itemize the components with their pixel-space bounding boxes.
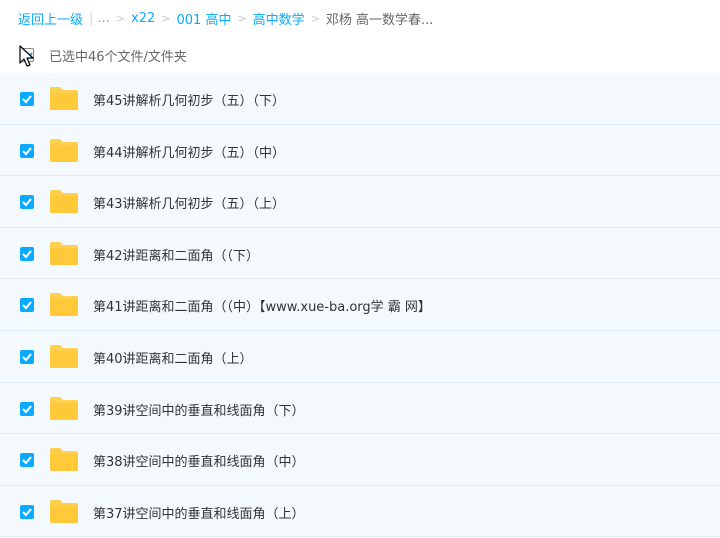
file-list: 第45讲解析几何初步（五）（下） 第44讲解析几何初步（五）（中） 第43讲解析…: [0, 73, 720, 538]
row-checkbox[interactable]: [20, 453, 34, 468]
selection-bar: 已选中46个文件/文件夹: [0, 40, 720, 70]
row-checkbox[interactable]: [20, 143, 34, 158]
checkbox-checked-icon: [22, 353, 32, 362]
list-item[interactable]: 第41讲距离和二面角（（中）【www.xue-ba.org学 霸 网】: [0, 279, 720, 331]
checkbox-checked-icon: [22, 198, 32, 207]
list-item[interactable]: 第43讲解析几何初步（五）（上）: [0, 176, 720, 228]
breadcrumb: 返回上一级 | ... > x22 > 001 高中 > 高中数学 > 邓杨 高…: [18, 9, 434, 28]
file-name[interactable]: 第43讲解析几何初步（五）（上）: [93, 193, 285, 212]
checkbox-checked-icon: [22, 404, 32, 414]
list-item[interactable]: 第42讲距离和二面角（（下）: [0, 227, 720, 280]
chevron-right-icon: >: [161, 11, 171, 25]
folder-icon: [50, 448, 78, 472]
folder-icon: [50, 396, 78, 420]
list-item[interactable]: 第40讲距离和二面角（上）: [0, 330, 720, 383]
mouse-cursor-icon: [19, 45, 34, 67]
checkbox-checked-icon: [22, 95, 32, 104]
folder-icon: [50, 344, 78, 368]
list-item[interactable]: 第37讲空间中的垂直和线面角（上）: [0, 485, 720, 538]
row-checkbox[interactable]: [20, 195, 34, 210]
checkbox-checked-icon: [22, 146, 32, 156]
folder-icon: [50, 293, 78, 317]
chevron-right-icon: >: [310, 11, 320, 25]
file-name[interactable]: 第42讲距离和二面角（（下）: [93, 245, 259, 264]
breadcrumb-ellipsis[interactable]: ...: [97, 11, 109, 26]
checkbox-checked-icon: [22, 250, 32, 259]
checkbox-checked-icon: [22, 301, 32, 310]
file-name[interactable]: 第41讲距离和二面角（（中）【www.xue-ba.org学 霸 网】: [93, 296, 431, 315]
row-checkbox[interactable]: [20, 246, 34, 261]
selection-count: 已选中46个文件/文件夹: [49, 50, 187, 65]
list-item[interactable]: 第38讲空间中的垂直和线面角（中）: [0, 434, 720, 486]
list-item[interactable]: 第45讲解析几何初步（五）（下）: [0, 73, 720, 125]
folder-icon: [50, 241, 78, 265]
folder-icon: [50, 87, 78, 110]
checkbox-checked-icon: [22, 508, 32, 517]
file-name[interactable]: 第37讲空间中的垂直和线面角（上）: [93, 503, 305, 522]
breadcrumb-divider: |: [89, 10, 94, 26]
row-checkbox[interactable]: [20, 401, 34, 416]
folder-icon: [50, 190, 78, 214]
row-checkbox[interactable]: [20, 349, 34, 364]
file-name[interactable]: 第39讲空间中的垂直和线面角（下）: [93, 400, 305, 419]
back-link[interactable]: 返回上一级: [18, 9, 83, 28]
chevron-right-icon: >: [237, 11, 247, 25]
folder-icon: [50, 499, 78, 523]
chevron-right-icon: >: [115, 11, 126, 25]
checkbox-checked-icon: [22, 456, 32, 465]
breadcrumb-item-math[interactable]: 高中数学: [253, 9, 305, 28]
row-checkbox[interactable]: [20, 92, 34, 106]
breadcrumb-current: 邓杨 高一数学春...: [325, 12, 434, 28]
file-name[interactable]: 第40讲距离和二面角（上）: [93, 348, 253, 367]
file-name[interactable]: 第38讲空间中的垂直和线面角（中）: [93, 451, 305, 470]
file-name[interactable]: 第44讲解析几何初步（五）（中）: [93, 142, 285, 161]
breadcrumb-item-001[interactable]: 001 高中: [177, 9, 232, 28]
list-item[interactable]: 第39讲空间中的垂直和线面角（下）: [0, 382, 720, 435]
row-checkbox[interactable]: [20, 298, 34, 313]
folder-icon: [50, 138, 78, 162]
breadcrumb-item-x22[interactable]: x22: [131, 11, 155, 26]
file-name[interactable]: 第45讲解析几何初步（五）（下）: [93, 90, 285, 109]
row-checkbox[interactable]: [20, 504, 34, 519]
list-item[interactable]: 第44讲解析几何初步（五）（中）: [0, 124, 720, 177]
